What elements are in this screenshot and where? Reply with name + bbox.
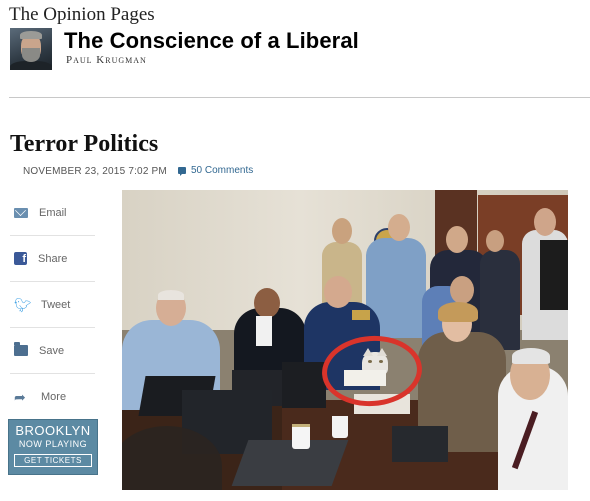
comments-count[interactable]: 50 Comments: [191, 165, 253, 176]
save-folder-icon: [14, 342, 28, 356]
tweet-button[interactable]: 🐦︎ Tweet: [10, 282, 95, 328]
more-button[interactable]: ➦ More: [10, 374, 95, 419]
email-icon: [14, 207, 28, 218]
article-title: Terror Politics: [10, 131, 159, 157]
author-photo: [10, 28, 52, 70]
blog-title[interactable]: The Conscience of a Liberal: [64, 28, 359, 54]
more-label: More: [41, 390, 67, 403]
twitter-icon: 🐦︎: [14, 296, 32, 313]
author-name: Paul Krugman: [66, 54, 147, 66]
email-label: Email: [39, 206, 67, 219]
share-label: Share: [38, 252, 68, 265]
save-label: Save: [39, 344, 65, 357]
save-button[interactable]: Save: [10, 328, 95, 374]
section-label[interactable]: The Opinion Pages: [9, 4, 155, 26]
comments-link[interactable]: 50 Comments: [178, 165, 253, 176]
email-button[interactable]: Email: [10, 190, 95, 236]
ad-subtitle: NOW PLAYING: [18, 439, 88, 449]
facebook-icon: f: [14, 252, 27, 265]
tweet-label: Tweet: [41, 298, 71, 311]
get-tickets-button[interactable]: GET TICKETS: [14, 454, 92, 467]
coffee-cup: [332, 416, 348, 438]
share-tools: Email f Share 🐦︎ Tweet Save ➦ More: [10, 190, 95, 419]
brooklyn-ad[interactable]: BROOKLYN NOW PLAYING GET TICKETS: [8, 419, 98, 475]
header-divider: [9, 97, 590, 98]
ad-title: BROOKLYN: [15, 423, 91, 438]
article-dateline: NOVEMBER 23, 2015 7:02 PM: [23, 166, 167, 177]
share-arrow-icon: ➦: [14, 388, 26, 405]
comment-icon: [178, 167, 186, 176]
coffee-cup: [292, 424, 310, 449]
facebook-share-button[interactable]: f Share: [10, 236, 95, 282]
article-photo: [122, 190, 568, 490]
